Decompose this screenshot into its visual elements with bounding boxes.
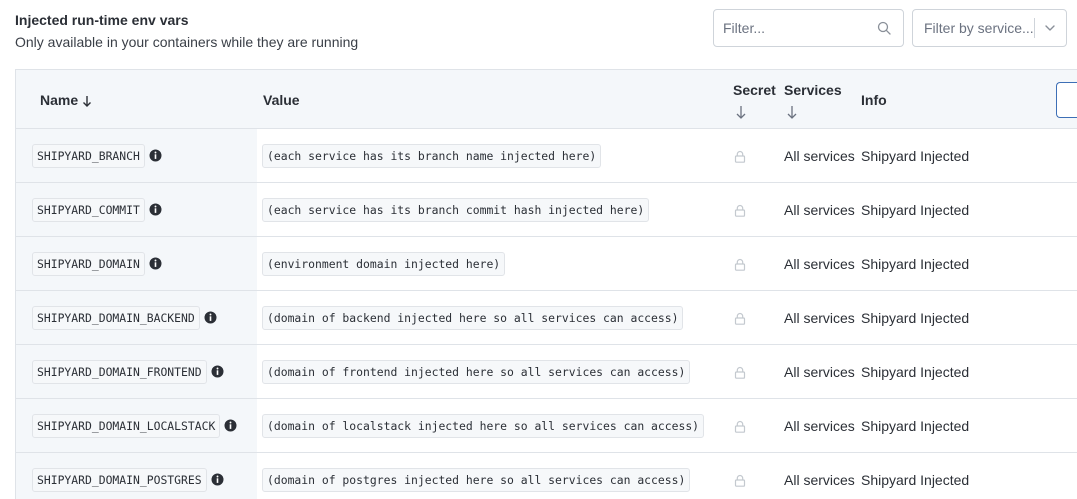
services-cell: All services: [784, 256, 855, 272]
services-cell: All services: [784, 472, 855, 488]
column-header-secret[interactable]: Secret: [733, 82, 776, 98]
page-title: Injected run-time env vars: [15, 12, 189, 28]
env-var-name: SHIPYARD_COMMIT: [32, 198, 145, 222]
services-cell: All services: [784, 148, 855, 164]
page-subtitle: Only available in your containers while …: [15, 34, 359, 50]
lock-icon: [734, 366, 746, 379]
info-icon[interactable]: [224, 419, 237, 432]
filter-input[interactable]: [714, 10, 874, 46]
lock-icon: [734, 258, 746, 271]
env-var-name: SHIPYARD_DOMAIN_POSTGRES: [32, 468, 207, 492]
info-cell: Shipyard Injected: [861, 202, 970, 218]
arrow-down-icon: [83, 96, 92, 107]
services-cell: All services: [784, 310, 855, 326]
table-row: SHIPYARD_DOMAIN_POSTGRES (domain of postg…: [16, 453, 1077, 499]
table-header: Name Value Secret Services Info: [16, 70, 1077, 129]
column-header-info: Info: [861, 92, 887, 108]
info-cell: Shipyard Injected: [861, 256, 970, 272]
info-icon[interactable]: [204, 311, 217, 324]
column-header-value: Value: [263, 92, 300, 108]
services-cell: All services: [784, 202, 855, 218]
table-row: SHIPYARD_COMMIT (each service has its bra…: [16, 183, 1077, 237]
env-var-name: SHIPYARD_DOMAIN_FRONTEND: [32, 360, 207, 384]
services-cell: All services: [784, 418, 855, 434]
lock-icon: [734, 420, 746, 433]
lock-icon: [734, 204, 746, 217]
info-icon[interactable]: [149, 203, 162, 216]
table-row: SHIPYARD_BRANCH (each service has its bra…: [16, 129, 1077, 183]
info-icon[interactable]: [149, 257, 162, 270]
env-var-value: (domain of localstack injected here so a…: [262, 414, 705, 438]
env-var-name: SHIPYARD_DOMAIN: [32, 252, 145, 276]
select-divider: [1034, 18, 1035, 38]
arrow-down-icon[interactable]: [735, 105, 747, 119]
info-icon[interactable]: [211, 365, 224, 378]
env-var-value: (domain of backend injected here so all …: [262, 306, 684, 330]
table-row: SHIPYARD_DOMAIN_FRONTEND (domain of front…: [16, 345, 1077, 399]
lock-icon: [734, 474, 746, 487]
service-filter-label: Filter by service...: [924, 20, 1034, 36]
table-row: SHIPYARD_DOMAIN (environment domain injec…: [16, 237, 1077, 291]
info-icon[interactable]: [211, 473, 224, 486]
info-cell: Shipyard Injected: [861, 310, 970, 326]
info-cell: Shipyard Injected: [861, 148, 970, 164]
column-header-services[interactable]: Services: [784, 82, 842, 98]
search-icon: [877, 21, 891, 35]
env-var-value: (domain of frontend injected here so all…: [262, 360, 691, 384]
lock-icon: [734, 150, 746, 163]
env-var-name: SHIPYARD_DOMAIN_LOCALSTACK: [32, 414, 221, 438]
env-var-name: SHIPYARD_DOMAIN_BACKEND: [32, 306, 200, 330]
info-cell: Shipyard Injected: [861, 418, 970, 434]
info-cell: Shipyard Injected: [861, 364, 970, 380]
lock-icon: [734, 312, 746, 325]
table-action-button[interactable]: [1056, 82, 1077, 118]
filter-field[interactable]: [713, 9, 904, 47]
table-row: SHIPYARD_DOMAIN_LOCALSTACK (domain of loc…: [16, 399, 1077, 453]
env-var-value: (domain of postgres injected here so all…: [262, 468, 691, 492]
env-var-name: SHIPYARD_BRANCH: [32, 144, 145, 168]
env-var-value: (each service has its branch name inject…: [262, 144, 602, 168]
service-filter-select[interactable]: Filter by service...: [912, 9, 1067, 47]
arrow-down-icon[interactable]: [786, 105, 798, 119]
column-header-name[interactable]: Name: [40, 92, 92, 108]
column-header-name-label: Name: [40, 92, 79, 108]
env-var-value: (each service has its branch commit hash…: [262, 198, 650, 222]
env-var-value: (environment domain injected here): [262, 252, 506, 276]
info-icon[interactable]: [149, 149, 162, 162]
services-cell: All services: [784, 364, 855, 380]
chevron-down-icon[interactable]: [1044, 23, 1056, 33]
info-cell: Shipyard Injected: [861, 472, 970, 488]
env-vars-table: Name Value Secret Services Info SHIPYARD…: [15, 69, 1077, 499]
table-row: SHIPYARD_DOMAIN_BACKEND (domain of backen…: [16, 291, 1077, 345]
